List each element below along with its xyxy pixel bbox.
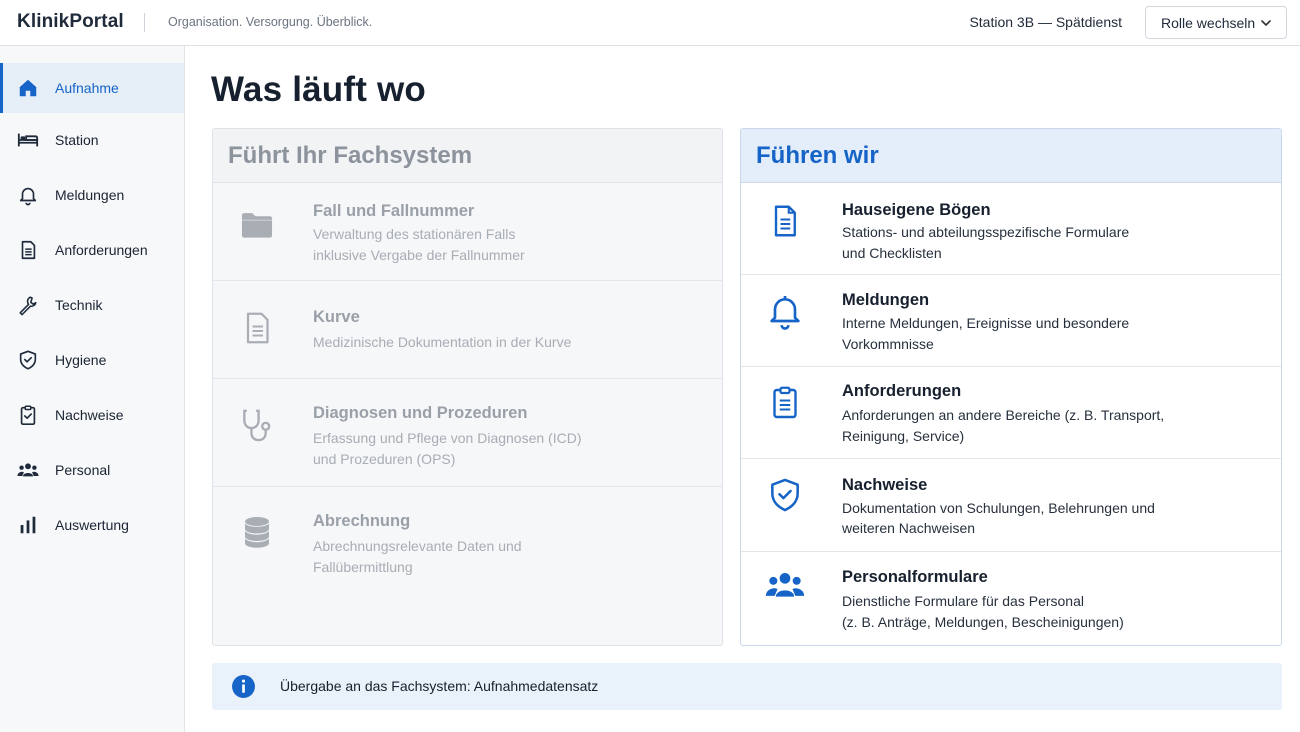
- item-title: Hauseigene Bögen: [842, 201, 991, 219]
- item-description: Vorkommnisse: [842, 336, 934, 352]
- clipboard-icon: [765, 382, 805, 422]
- sidebar-item-meldungen[interactable]: Meldungen: [0, 170, 184, 220]
- sidebar: Aufnahme Station Meldungen Anforderungen…: [0, 46, 185, 732]
- stethoscope-icon: [237, 405, 277, 445]
- sidebar-item-label: Anforderungen: [55, 242, 148, 258]
- switch-role-button[interactable]: Rolle wechseln: [1145, 6, 1287, 39]
- chevron-down-icon: [1261, 20, 1271, 26]
- sidebar-item-personal[interactable]: Personal: [0, 445, 184, 495]
- current-station: Station 3B — Spätdienst: [969, 14, 1122, 30]
- bar-chart-icon: [17, 514, 39, 536]
- sidebar-item-label: Meldungen: [55, 187, 125, 203]
- handover-info-text: Übergabe an das Fachsystem: Aufnahmedate…: [280, 678, 599, 694]
- item-description: und Prozeduren (OPS): [313, 451, 456, 467]
- item-title: Diagnosen und Prozeduren: [313, 404, 528, 422]
- item-description: Interne Meldungen, Ereignisse und besond…: [842, 315, 1130, 331]
- people-icon: [17, 459, 39, 481]
- item-description: Medizinische Dokumentation in der Kurve: [313, 334, 572, 350]
- item-description: inklusive Vergabe der Fallnummer: [313, 247, 525, 263]
- page-title: Was läuft wo: [211, 70, 426, 109]
- app-logo[interactable]: KlinikPortal: [17, 11, 124, 33]
- list-item-nachweise[interactable]: Nachweise Dokumentation von Schulungen, …: [741, 459, 1281, 552]
- sidebar-item-label: Aufnahme: [55, 80, 119, 96]
- item-title: Nachweise: [842, 476, 928, 494]
- list-item-personalformulare[interactable]: Personalformulare Dienstliche Formulare …: [741, 552, 1281, 645]
- list-item: Fall und Fallnummer Verwaltung des stati…: [213, 183, 722, 281]
- bell-icon: [765, 291, 805, 331]
- sidebar-item-station[interactable]: Station: [0, 115, 184, 165]
- handover-info-bar: Übergabe an das Fachsystem: Aufnahmedate…: [212, 663, 1282, 710]
- item-description: Anforderungen an andere Bereiche (z. B. …: [842, 407, 1165, 423]
- switch-role-label: Rolle wechseln: [1161, 14, 1256, 31]
- item-title: Fall und Fallnummer: [313, 202, 475, 220]
- sidebar-item-aufnahme[interactable]: Aufnahme: [0, 63, 184, 113]
- sidebar-item-label: Nachweise: [55, 407, 124, 423]
- item-description: Stations- und abteilungsspezifische Form…: [842, 224, 1130, 240]
- document-icon: [765, 201, 805, 241]
- list-item: Abrechnung Abrechnungsrelevante Daten un…: [213, 487, 722, 645]
- sidebar-item-label: Hygiene: [55, 352, 107, 368]
- item-description: weiteren Nachweisen: [842, 520, 976, 536]
- home-icon: [17, 77, 39, 99]
- item-description: und Checklisten: [842, 245, 942, 261]
- sidebar-item-nachweise[interactable]: Nachweise: [0, 390, 184, 440]
- list-item: Kurve Medizinische Dokumentation in der …: [213, 281, 722, 379]
- sidebar-item-label: Auswertung: [55, 517, 129, 533]
- folder-icon: [237, 205, 277, 245]
- item-description: Verwaltung des stationären Falls: [313, 226, 516, 242]
- sidebar-item-label: Technik: [55, 297, 103, 313]
- item-title: Abrechnung: [313, 512, 411, 530]
- document-icon: [237, 308, 277, 348]
- clipboard-check-icon: [17, 404, 39, 426]
- app-tagline: Organisation. Versorgung. Überblick.: [168, 15, 373, 29]
- sidebar-item-technik[interactable]: Technik: [0, 280, 184, 330]
- item-description: Fallübermittlung: [313, 559, 413, 575]
- item-description: (z. B. Anträge, Meldungen, Bescheinigung…: [842, 614, 1124, 630]
- our-forms-panel: Führen wir Hauseigene Bögen Stations- un…: [740, 128, 1282, 646]
- panel-title: Führen wir: [741, 129, 1281, 183]
- people-icon: [765, 565, 805, 605]
- list-item-anforderungen[interactable]: Anforderungen Anforderungen an andere Be…: [741, 367, 1281, 459]
- shield-check-icon: [17, 349, 39, 371]
- item-description: Erfassung und Pflege von Diagnosen (ICD): [313, 430, 582, 446]
- document-icon: [17, 239, 39, 261]
- item-title: Kurve: [313, 308, 360, 326]
- header-divider: [144, 13, 145, 32]
- item-title: Anforderungen: [842, 382, 962, 400]
- item-title: Personalformulare: [842, 568, 988, 586]
- item-title: Meldungen: [842, 291, 930, 309]
- sidebar-item-auswertung[interactable]: Auswertung: [0, 500, 184, 550]
- item-description: Dokumentation von Schulungen, Belehrunge…: [842, 500, 1155, 516]
- item-description: Abrechnungsrelevante Daten und: [313, 538, 522, 554]
- list-item-hauseigene-boegen[interactable]: Hauseigene Bögen Stations- und abteilung…: [741, 183, 1281, 275]
- panel-title: Führt Ihr Fachsystem: [213, 129, 722, 183]
- item-description: Reinigung, Service): [842, 428, 965, 444]
- sidebar-item-label: Station: [55, 132, 99, 148]
- bed-icon: [17, 129, 39, 151]
- info-icon: [232, 675, 255, 698]
- bell-icon: [17, 184, 39, 206]
- list-item: Diagnosen und Prozeduren Erfassung und P…: [213, 379, 722, 487]
- item-description: Dienstliche Formulare für das Personal: [842, 593, 1084, 609]
- wrench-icon: [17, 294, 39, 316]
- list-item-meldungen[interactable]: Meldungen Interne Meldungen, Ereignisse …: [741, 275, 1281, 367]
- external-system-panel: Führt Ihr Fachsystem Fall und Fallnummer…: [212, 128, 723, 646]
- sidebar-item-anforderungen[interactable]: Anforderungen: [0, 225, 184, 275]
- sidebar-item-hygiene[interactable]: Hygiene: [0, 335, 184, 385]
- database-icon: [237, 512, 277, 552]
- sidebar-item-label: Personal: [55, 462, 111, 478]
- shield-check-icon: [765, 475, 805, 515]
- top-header: KlinikPortal Organisation. Versorgung. Ü…: [0, 0, 1300, 46]
